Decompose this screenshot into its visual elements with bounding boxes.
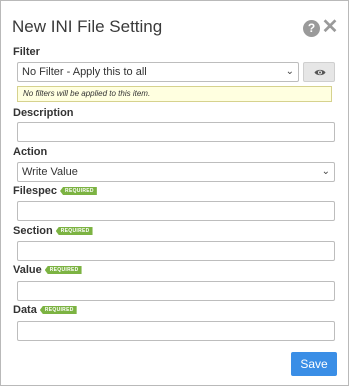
filespec-input[interactable] — [17, 201, 335, 221]
action-label: Action — [13, 146, 48, 158]
required-badge: REQUIRED — [55, 227, 93, 235]
chevron-down-icon: ⌄ — [321, 166, 330, 177]
eye-icon — [314, 69, 326, 76]
close-icon[interactable]: ✕ — [321, 17, 339, 37]
value-input[interactable] — [17, 281, 335, 301]
data-label: Data REQUIRED — [13, 304, 77, 316]
view-filter-button[interactable] — [303, 62, 335, 82]
action-select-value: Write Value — [22, 166, 78, 178]
section-label-text: Section — [13, 225, 53, 237]
required-badge: REQUIRED — [44, 266, 82, 274]
data-input[interactable] — [17, 321, 335, 341]
filespec-label-text: Filespec — [13, 185, 58, 197]
filter-notice: No filters will be applied to this item. — [17, 86, 332, 102]
filespec-label: Filespec REQUIRED — [13, 185, 97, 197]
ini-file-setting-dialog: New INI File Setting ? ✕ Filter No Filte… — [0, 0, 349, 386]
value-label: Value REQUIRED — [13, 264, 82, 276]
question-circle-icon[interactable]: ? — [303, 20, 320, 37]
description-input[interactable] — [17, 122, 335, 142]
filter-select-value: No Filter - Apply this to all — [22, 66, 147, 78]
chevron-down-icon: ⌄ — [285, 66, 294, 77]
save-button[interactable]: Save — [291, 352, 337, 376]
filter-label: Filter — [13, 46, 40, 58]
filter-select[interactable]: No Filter - Apply this to all ⌄ — [17, 62, 299, 82]
action-select[interactable]: Write Value ⌄ — [17, 162, 335, 182]
required-badge: REQUIRED — [60, 187, 97, 195]
value-label-text: Value — [13, 264, 42, 276]
section-input[interactable] — [17, 241, 335, 261]
description-label: Description — [13, 107, 74, 119]
section-label: Section REQUIRED — [13, 225, 93, 237]
data-label-text: Data — [13, 304, 37, 316]
dialog-title: New INI File Setting — [12, 17, 163, 36]
required-badge: REQUIRED — [39, 306, 77, 314]
